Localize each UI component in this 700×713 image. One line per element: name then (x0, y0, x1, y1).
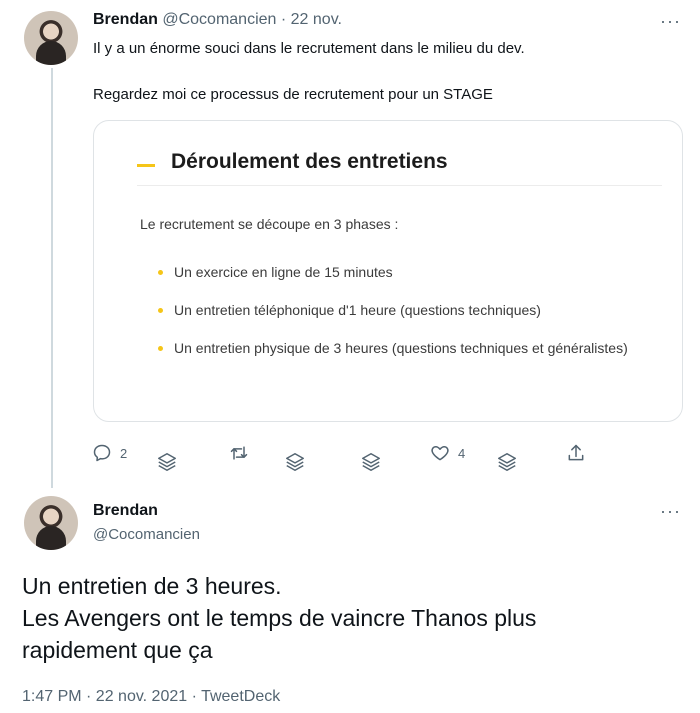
tweet-text-line: Il y a un énorme souci dans le recruteme… (93, 40, 525, 57)
reply-count: 2 (120, 445, 128, 461)
list-item-text: Un entretien physique de 3 heures (quest… (174, 340, 628, 356)
bullet-dot (158, 346, 163, 351)
layers-button[interactable] (496, 451, 518, 473)
layers-button[interactable] (284, 451, 306, 473)
tweet-text: Un entretien de 3 heures. Les Avengers o… (22, 570, 682, 666)
tweet-text-line: Regardez moi ce processus de recrutement… (93, 86, 493, 103)
author-handle[interactable]: @Cocomancien (93, 526, 200, 543)
more-options-icon[interactable]: ··· (660, 502, 684, 520)
tweet-text-line: Les Avengers ont le temps de vaincre Tha… (22, 605, 537, 631)
divider (137, 185, 662, 186)
more-options-icon[interactable]: ··· (660, 12, 684, 30)
list-item: Un entretien physique de 3 heures (quest… (158, 337, 638, 359)
meta-separator: · (276, 11, 291, 28)
tweet-header: Brendan @Cocomancien · 22 nov. (93, 11, 342, 29)
card-intro: Le recrutement se découpe en 3 phases : (140, 216, 399, 232)
list-item-text: Un entretien téléphonique d'1 heure (que… (174, 302, 541, 318)
tweet-text-line: Un entretien de 3 heures. (22, 573, 282, 599)
share-button[interactable] (566, 443, 586, 463)
title-accent-dash (137, 164, 155, 167)
phase-list: Un exercice en ligne de 15 minutes Un en… (158, 261, 638, 375)
reply-button[interactable]: 2 (92, 443, 127, 463)
tweet-date[interactable]: 22 nov. (291, 11, 342, 28)
tweet-actions-bar: 2 4 (0, 441, 700, 477)
bullet-dot (158, 308, 163, 313)
like-button[interactable]: 4 (430, 443, 465, 463)
layers-icon (362, 453, 380, 471)
retweet-button[interactable] (228, 443, 250, 463)
like-count: 4 (458, 445, 466, 461)
author-name[interactable]: Brendan (93, 11, 158, 28)
layers-icon (498, 453, 516, 471)
retweet-icon (230, 446, 248, 460)
tweet-text-line: rapidement que ça (22, 637, 213, 663)
list-item-text: Un exercice en ligne de 15 minutes (174, 264, 393, 280)
layers-button[interactable] (156, 451, 178, 473)
layers-button[interactable] (360, 451, 382, 473)
card-title: Déroulement des entretiens (171, 150, 448, 173)
list-item: Un exercice en ligne de 15 minutes (158, 261, 638, 283)
avatar[interactable] (24, 11, 78, 65)
thread-line (51, 68, 53, 488)
avatar[interactable] (24, 496, 78, 550)
reply-icon (93, 444, 111, 462)
author-name[interactable]: Brendan (93, 502, 158, 520)
layers-icon (158, 453, 176, 471)
bullet-dot (158, 270, 163, 275)
author-handle[interactable]: @Cocomancien (162, 11, 276, 28)
list-item: Un entretien téléphonique d'1 heure (que… (158, 299, 638, 321)
heart-icon (431, 446, 449, 461)
layers-icon (286, 453, 304, 471)
attached-image-card[interactable]: Déroulement des entretiens Le recrutemen… (93, 120, 683, 422)
share-icon (568, 444, 584, 461)
tweet-timestamp[interactable]: 1:47 PM · 22 nov. 2021 · TweetDeck (22, 688, 280, 706)
